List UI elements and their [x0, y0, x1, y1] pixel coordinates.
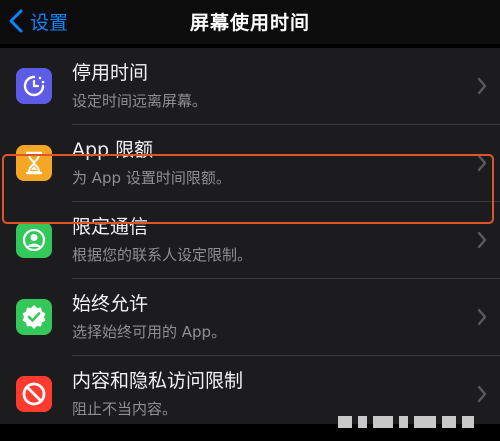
hourglass-icon [16, 145, 52, 181]
chevron-right-icon [477, 231, 487, 249]
page-title: 屏幕使用时间 [189, 12, 310, 34]
chevron-right-icon [477, 154, 487, 172]
item-subtitle: 根据您的联系人设定限制。 [72, 246, 253, 264]
chevron-right-icon [477, 308, 487, 326]
list-item-always-allowed[interactable]: 始终允许 选择始终可用的 App。 [0, 279, 500, 355]
settings-list: 停用时间 设定时间远离屏幕。 App 限额 为 App 设置时间限额。 限定通信… [0, 48, 500, 424]
item-title: 限定通信 [72, 216, 149, 238]
contact-icon [16, 222, 52, 258]
chevron-right-icon [477, 77, 487, 95]
watermark [338, 416, 474, 428]
chevron-right-icon [477, 385, 487, 403]
item-title: 停用时间 [72, 62, 149, 84]
item-subtitle: 为 App 设置时间限额。 [72, 169, 231, 187]
checkmark-badge-icon [16, 299, 52, 335]
list-item-communication-limits[interactable]: 限定通信 根据您的联系人设定限制。 [0, 202, 500, 278]
item-subtitle: 阻止不当内容。 [72, 400, 178, 418]
navigation-bar: 设置 屏幕使用时间 [0, 0, 500, 44]
item-title: App 限额 [72, 139, 154, 161]
list-item-app-limits[interactable]: App 限额 为 App 设置时间限额。 [0, 125, 500, 201]
downtime-icon [16, 68, 52, 104]
item-subtitle: 选择始终可用的 App。 [72, 323, 227, 341]
item-title: 始终允许 [72, 293, 149, 315]
item-title: 内容和隐私访问限制 [72, 370, 244, 392]
item-subtitle: 设定时间远离屏幕。 [72, 92, 208, 110]
restriction-icon [16, 376, 52, 412]
list-item-content-privacy-restrictions[interactable]: 内容和隐私访问限制 阻止不当内容。 [0, 356, 500, 424]
list-item-downtime[interactable]: 停用时间 设定时间远离屏幕。 [0, 48, 500, 124]
